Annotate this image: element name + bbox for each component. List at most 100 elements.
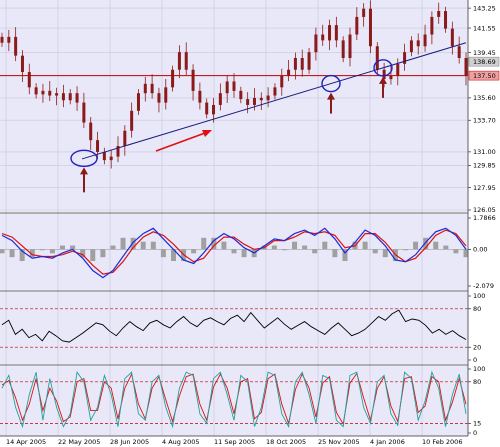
candle-body [389,75,393,80]
macd-histogram-bar [271,245,277,250]
y-tick-label: 133.70 [473,116,496,124]
y-tick-label: 20 [473,343,481,351]
x-tick-label: 22 May 2005 [58,438,100,446]
x-tick-label: 14 Apr 2005 [6,438,46,446]
macd-histogram-bar [120,237,126,250]
y-tick-label: 135.60 [473,94,496,102]
y-tick-label: 129.85 [473,162,496,170]
x-tick-label: 25 Nov 2005 [318,438,360,446]
macd-histogram-bar [60,245,66,250]
macd-histogram-bar [9,249,15,258]
candle-body [61,93,65,101]
candle-body [157,93,161,103]
candle-body [212,104,216,115]
candle-body [430,16,434,35]
x-tick-label: 28 Jun 2005 [110,438,149,446]
candle-body [328,25,332,41]
candle-body [355,16,359,35]
candle-body [464,57,468,76]
candle-body [55,93,59,96]
y-tick-label: 15 [473,420,481,428]
candle-body [307,52,311,70]
macd-histogram-bar [0,249,5,254]
candle-body [239,90,243,100]
candle-body [109,156,113,161]
macd-histogram-bar [443,245,449,250]
y-tick-label: 139.45 [473,49,496,57]
macd-histogram-bar [140,241,146,250]
macd-histogram-bar [100,249,106,258]
candle-body [423,34,427,47]
y-tick-label: -2.079 [473,282,494,290]
candle-body [280,75,284,88]
macd-histogram-bar [433,241,439,250]
candle-body [375,46,379,70]
candle-body [27,72,31,88]
macd-histogram-bar [372,249,378,254]
candle-body [334,25,338,41]
macd-histogram-bar [90,249,96,262]
macd-histogram-bar [312,249,318,254]
candle-body [409,40,413,53]
macd-histogram-bar [362,241,368,250]
macd-histogram-bar [160,249,166,258]
candle-body [191,69,195,91]
y-tick-label: 1.7866 [473,214,496,222]
current-price-badge: 138.69 [473,58,496,66]
macd-histogram-bar [413,241,419,250]
y-tick-label: 0.00 [473,246,487,254]
price-panel-bg [0,0,468,212]
candle-body [341,40,345,58]
candle-body [68,93,72,101]
candle-body [164,87,168,103]
y-tick-label: 0 [473,356,477,364]
candle-body [225,81,229,94]
macd-histogram-bar [49,249,55,254]
candle-body [75,93,79,103]
candle-body [300,57,304,70]
candle-body [130,110,134,131]
macd-histogram-bar [453,249,459,254]
candle-body [314,34,318,53]
macd-histogram-bar [402,249,408,251]
candle-body [96,140,100,152]
candle-body [232,81,236,91]
candle-body [136,93,140,111]
macd-histogram-bar [382,249,388,258]
candle-body [362,8,366,17]
x-tick-label: 4 Aug 2005 [162,438,200,446]
macd-histogram-bar [191,249,197,254]
candle-body [321,34,325,41]
y-tick-label: 127.95 [473,184,496,192]
candle-body [34,87,38,95]
y-tick-label: 141.55 [473,24,496,32]
candle-body [82,102,86,123]
macd-histogram-bar [110,245,116,250]
candle-body [198,90,202,103]
candle-body [41,90,45,95]
candle-body [259,97,263,101]
candle-body [457,46,461,58]
x-tick-label: 11 Sep 2005 [214,438,255,446]
candle-body [252,97,256,105]
macd-histogram-bar [241,249,247,258]
macd-histogram-bar [322,241,328,250]
y-tick-label: 131.00 [473,148,496,156]
candle-body [348,34,352,58]
support-level-badge: 137.50 [473,72,496,80]
candle-body [171,69,175,88]
x-tick-label: 18 Oct 2005 [266,438,306,446]
candle-body [184,52,188,70]
candle-body [177,52,181,70]
candle-body [287,69,291,76]
candle-body [48,90,52,96]
y-tick-label: 0 [473,429,477,437]
candle-body [218,93,222,105]
candle-body [143,83,147,94]
candle-body [0,36,4,43]
macd-histogram-bar [292,241,298,250]
macd-histogram-bar [39,249,45,251]
candle-body [7,36,11,43]
candle-body [20,55,24,73]
candle-body [293,57,297,70]
